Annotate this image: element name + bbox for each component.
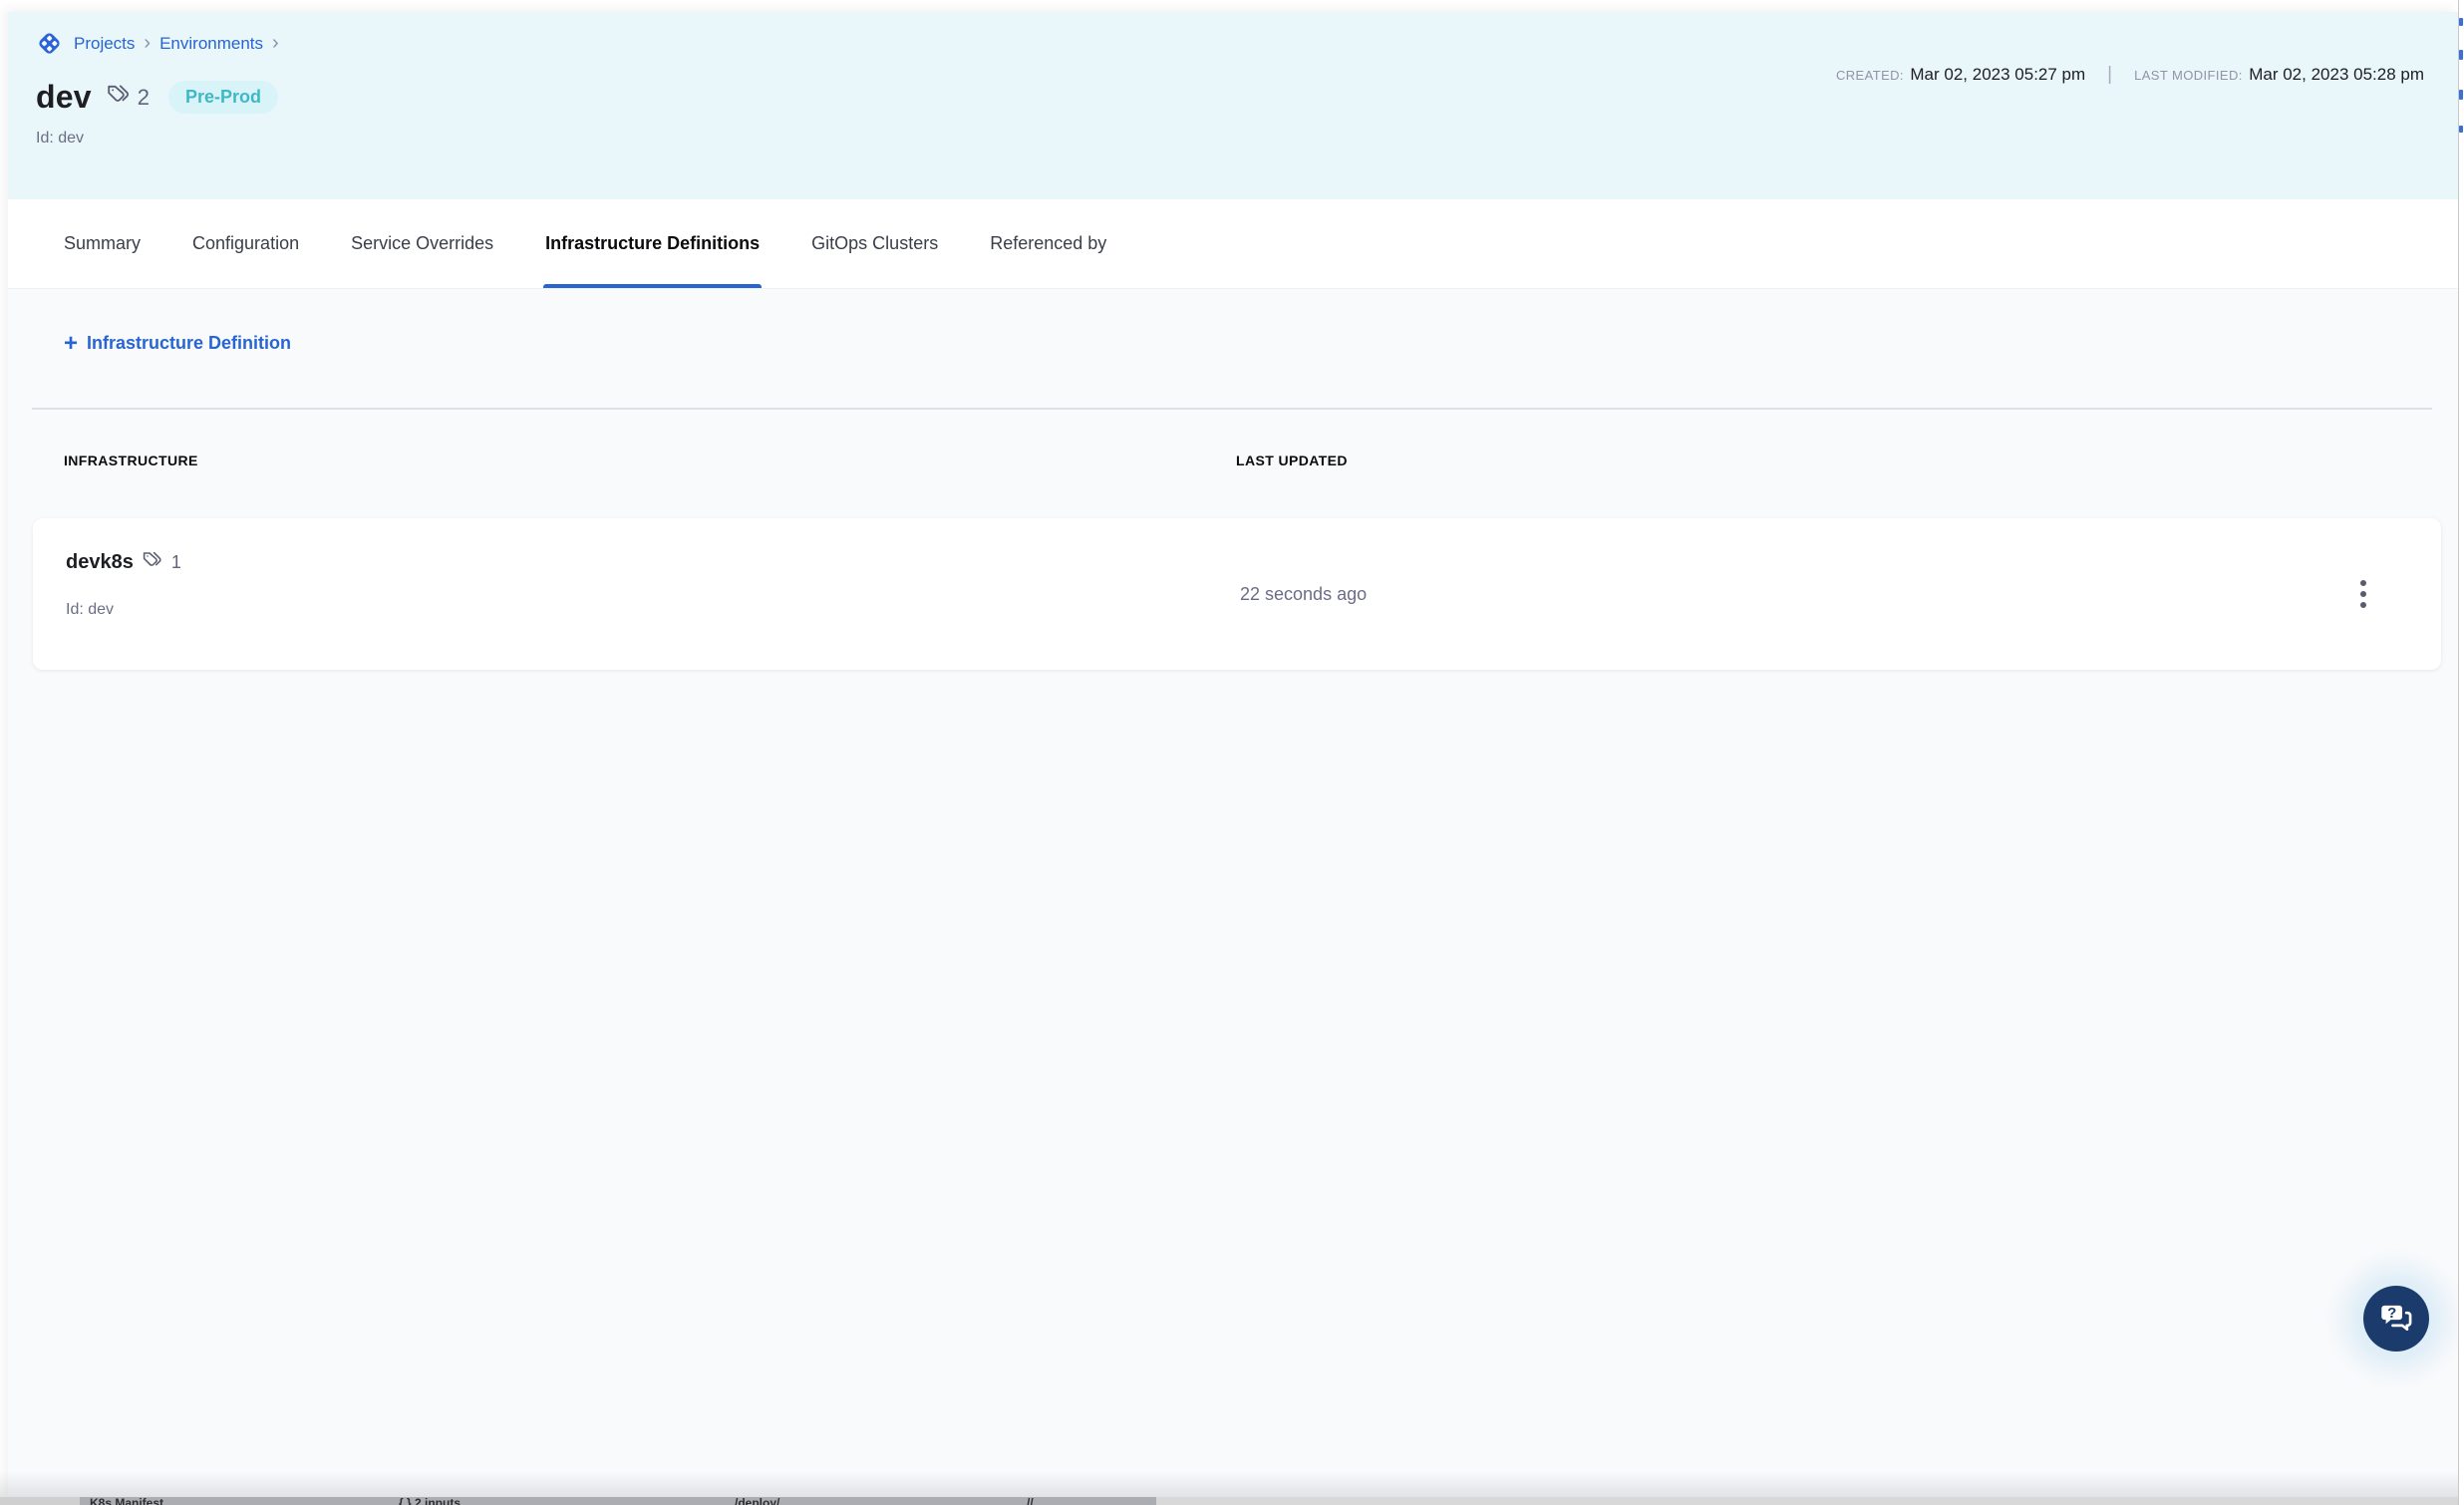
tab-summary[interactable]: Summary: [64, 199, 141, 288]
background-window-sliver: K8s Manifest { } 2 inputs /deploy/ //: [0, 1497, 2458, 1505]
column-header-last-updated: LAST UPDATED: [1236, 452, 1348, 468]
breadcrumb-separator: ›: [144, 35, 151, 52]
breadcrumb-separator: ›: [272, 35, 279, 52]
infrastructure-tag-count: 1: [171, 552, 181, 573]
screen: Projects › Environments › dev 2: [0, 0, 2464, 1505]
add-infrastructure-definition-button[interactable]: + Infrastructure Definition: [64, 333, 291, 354]
tab-infrastructure-definitions[interactable]: Infrastructure Definitions: [545, 199, 760, 288]
infrastructure-name-line: devk8s 1: [66, 548, 181, 577]
breadcrumb-environments-link[interactable]: Environments: [159, 34, 263, 54]
environment-tags: 2: [105, 81, 150, 114]
environment-tabs: Summary Configuration Service Overrides …: [8, 199, 2458, 289]
clipped-text: { } 2 inputs: [399, 1497, 461, 1505]
tags-icon: [105, 81, 133, 114]
edge-artifact: [2459, 90, 2463, 100]
environment-dates: CREATED: Mar 02, 2023 05:27 pm | LAST MO…: [1836, 64, 2424, 86]
environment-header: Projects › Environments › dev 2: [8, 12, 2458, 199]
tab-configuration[interactable]: Configuration: [192, 199, 299, 288]
breadcrumb: Projects › Environments ›: [36, 30, 2428, 57]
projects-grid-icon: [36, 30, 63, 57]
environment-details-page: Projects › Environments › dev 2: [8, 12, 2458, 1505]
infrastructure-id: Id: dev: [66, 601, 114, 619]
infrastructure-definitions-panel: + Infrastructure Definition INFRASTRUCTU…: [8, 289, 2458, 1505]
column-header-infrastructure: INFRASTRUCTURE: [64, 452, 198, 468]
tab-referenced-by[interactable]: Referenced by: [990, 199, 1106, 288]
edge-artifact: [2459, 50, 2463, 60]
tab-service-overrides[interactable]: Service Overrides: [351, 199, 493, 288]
add-infrastructure-definition-label: Infrastructure Definition: [87, 333, 291, 354]
infrastructure-name: devk8s: [66, 551, 134, 574]
clipped-text: K8s Manifest: [90, 1497, 163, 1505]
last-modified-value: Mar 02, 2023 05:28 pm: [2249, 65, 2424, 84]
bottom-window-shadow: [0, 1471, 2458, 1497]
created-label: CREATED:: [1836, 68, 1904, 83]
help-chat-button[interactable]: ?: [2363, 1286, 2429, 1352]
environment-tag-count: 2: [138, 85, 150, 111]
breadcrumb-projects-link[interactable]: Projects: [74, 34, 135, 54]
edge-artifact: [2459, 18, 2463, 26]
tags-icon: [141, 548, 164, 577]
clipped-text: /deploy/: [735, 1497, 779, 1505]
window-right-edge: [2458, 0, 2464, 1505]
row-options-menu-button[interactable]: [2352, 572, 2374, 616]
environment-type-badge: Pre-Prod: [168, 81, 278, 114]
svg-text:?: ?: [2387, 1304, 2396, 1321]
environment-title: dev: [36, 79, 92, 116]
kebab-icon: [2360, 580, 2366, 586]
toolbar-divider: [32, 408, 2432, 410]
plus-icon: +: [64, 335, 78, 353]
environment-id: Id: dev: [36, 130, 2428, 148]
tab-gitops-clusters[interactable]: GitOps Clusters: [811, 199, 938, 288]
created-value: Mar 02, 2023 05:27 pm: [1910, 65, 2085, 84]
table-row[interactable]: devk8s 1 Id: dev 22 seconds ago: [33, 518, 2441, 670]
help-chat-icon: ?: [2377, 1298, 2415, 1341]
edge-artifact: [2459, 126, 2463, 133]
clipped-text: //: [1027, 1497, 1034, 1505]
dates-divider: |: [2099, 64, 2120, 86]
infrastructure-last-updated: 22 seconds ago: [1240, 518, 1367, 670]
last-modified-label: LAST MODIFIED:: [2134, 68, 2243, 83]
